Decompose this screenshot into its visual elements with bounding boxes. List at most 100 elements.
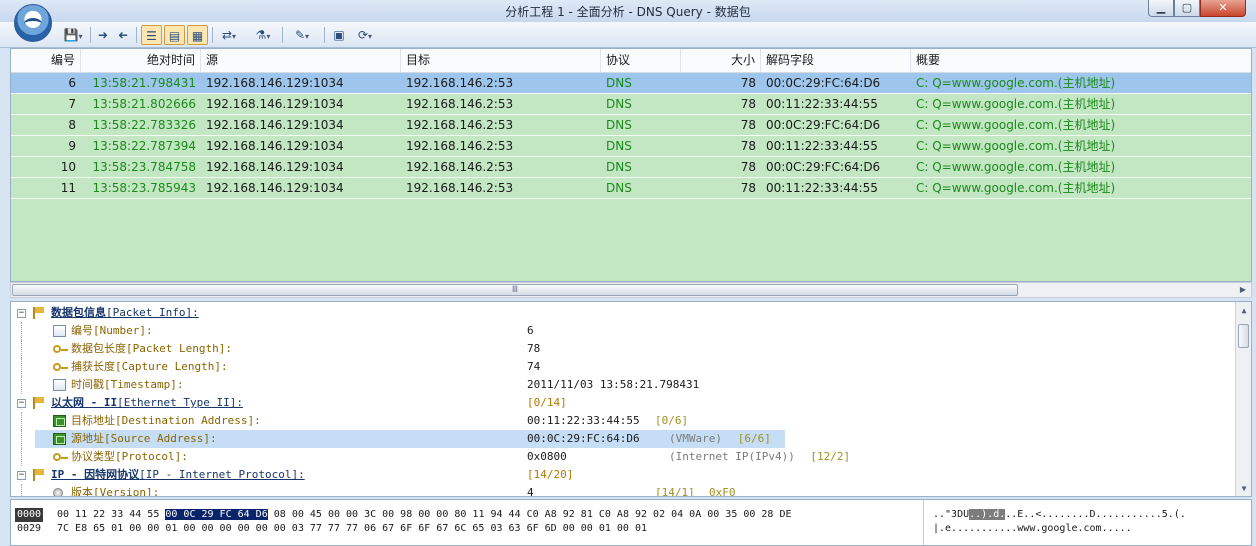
byte-range: [0/14] [527, 396, 567, 409]
cell-destination: 192.168.146.2:53 [406, 118, 514, 132]
cell-decode-field: 00:0C:29:FC:64:D6 [766, 160, 881, 174]
minimize-button[interactable]: ▁ [1148, 0, 1174, 17]
column-header-destination[interactable]: 目标 [401, 49, 601, 72]
label-english: [Capture Length]: [115, 360, 228, 373]
column-header-time[interactable]: 绝对时间 [81, 49, 201, 72]
packet-row[interactable]: 10 13:58:23.784758 192.168.146.129:1034 192… [11, 157, 1251, 178]
column-header-summary[interactable]: 概要 [911, 49, 1251, 72]
bookmark-icon[interactable]: ▣ [330, 25, 348, 45]
hex-dump-pane[interactable]: 0000 00 11 22 33 44 55 00 0C 29 FC 64 D6 … [10, 499, 1252, 546]
cell-summary: C: Q=www.google.com.(主机地址) [916, 97, 1116, 111]
hex-bytes-text: 7C E8 65 01 00 00 01 00 00 00 00 00 00 0… [57, 523, 648, 534]
scroll-thumb[interactable]: Ⅲ [12, 284, 1018, 296]
cell-number: 9 [68, 139, 76, 153]
app-logo-icon[interactable] [14, 4, 52, 42]
maximize-button[interactable]: ▢ [1174, 0, 1200, 17]
refresh-icon[interactable]: ⟳▾ [352, 25, 378, 45]
packet-list-horizontal-scrollbar[interactable]: Ⅲ ▶ [10, 282, 1252, 298]
document-icon [53, 325, 66, 337]
tree-field-row[interactable]: 时间戳[Timestamp]: 2011/11/03 13:58:21.79843… [11, 376, 1237, 394]
field-value: 78 [527, 342, 541, 355]
forward-arrow-icon[interactable]: ➜ [114, 25, 132, 45]
field-value: 74 [527, 360, 541, 373]
export-icon[interactable]: ⇄▾ [216, 25, 242, 45]
cell-number: 11 [60, 181, 76, 195]
byte-range: [14/20] [527, 468, 574, 481]
tree-section-label: 以太网 - II[Ethernet Type II]: [51, 394, 243, 412]
column-header-source[interactable]: 源 [201, 49, 401, 72]
label-english: [Packet Info]: [106, 306, 199, 319]
tree-field-row[interactable]: 目标地址[Destination Address]: 00:11:22:33:44… [11, 412, 1237, 430]
column-header-size[interactable]: 大小 [681, 49, 761, 72]
hex-ascii[interactable]: .."3DU..).d...E..<........D...........5.… [933, 508, 1186, 522]
cell-number: 10 [60, 160, 76, 174]
close-button[interactable]: ✕ [1200, 0, 1246, 17]
hex-ascii[interactable]: |.e...........www.google.com..... [933, 522, 1132, 536]
packet-row[interactable]: 11 13:58:23.785943 192.168.146.129:1034 192… [11, 178, 1251, 199]
label-chinese: 数据包长度 [71, 342, 126, 355]
field-note: (VMWare) [669, 432, 722, 445]
toolbar-separator [324, 27, 325, 43]
cell-time: 13:58:21.802666 [92, 97, 196, 111]
tree-section-row[interactable]: − 以太网 - II[Ethernet Type II]: [0/14] [11, 394, 1237, 412]
cell-protocol: DNS [606, 181, 632, 195]
cell-decode-field: 00:11:22:33:44:55 [766, 139, 878, 153]
tree-field-row[interactable]: 版本[Version]: 4 [14/1] 0xF0 [11, 484, 1237, 497]
hex-bytes-highlight: 00 0C 29 FC 64 D6 [165, 509, 268, 520]
scroll-right-arrow-icon[interactable]: ▶ [1236, 284, 1250, 296]
label-chinese: 版本 [71, 486, 93, 497]
label-english: [Source Address]: [104, 432, 217, 445]
tree-field-label: 捕获长度[Capture Length]: [71, 358, 228, 376]
scroll-down-arrow-icon[interactable]: ▼ [1236, 482, 1251, 496]
back-arrow-icon[interactable]: ➜ [94, 25, 112, 45]
tree-field-row[interactable]: 协议类型[Protocol]: 0x0800 (Internet IP(IPv4))… [11, 448, 1237, 466]
cell-protocol: DNS [606, 76, 632, 90]
tree-section-row[interactable]: − IP - 因特网协议[IP - Internet Protocol]: [14/… [11, 466, 1237, 484]
packet-list[interactable]: 编号 绝对时间 源 目标 协议 大小 解码字段 概要 6 13:58:21.798… [10, 48, 1252, 282]
key-icon [53, 363, 68, 371]
packet-row[interactable]: 9 13:58:22.787394 192.168.146.129:1034 192.… [11, 136, 1251, 157]
tree-section-row[interactable]: − 数据包信息[Packet Info]: [11, 304, 1237, 322]
collapse-toggle-icon[interactable]: − [17, 399, 26, 408]
detail-view-icon[interactable]: ▤ [164, 25, 185, 45]
column-header-number[interactable]: 编号 [11, 49, 81, 72]
tree-field-row[interactable]: 数据包长度[Packet Length]: 78 [11, 340, 1237, 358]
list-view-icon[interactable]: ☰ [141, 25, 162, 45]
collapse-toggle-icon[interactable]: − [17, 309, 26, 318]
tree-line [21, 484, 22, 496]
field-value: 00:0C:29:FC:64:D6 [527, 432, 640, 445]
packet-row[interactable]: 6 13:58:21.798431 192.168.146.129:1034 192.… [11, 73, 1251, 94]
cell-size: 78 [740, 76, 756, 90]
packet-row[interactable]: 7 13:58:21.802666 192.168.146.129:1034 192.… [11, 94, 1251, 115]
cell-protocol: DNS [606, 160, 632, 174]
packet-row[interactable]: 8 13:58:22.783326 192.168.146.129:1034 192.… [11, 115, 1251, 136]
hex-view-icon[interactable]: ▦ [187, 25, 208, 45]
tree-field-row[interactable]: 捕获长度[Capture Length]: 74 [11, 358, 1237, 376]
cell-source: 192.168.146.129:1034 [206, 160, 344, 174]
tree-field-label: 目标地址[Destination Address]: [71, 412, 261, 430]
tree-field-label: 源地址[Source Address]: [71, 430, 217, 448]
scroll-thumb[interactable] [1238, 324, 1249, 348]
tree-field-row[interactable]: 源地址[Source Address]: 00:0C:29:FC:64:D6 (VM… [11, 430, 1237, 448]
title-bar: 分析工程 1 - 全面分析 - DNS Query - 数据包 ▁ ▢ ✕ [0, 0, 1256, 22]
collapse-toggle-icon[interactable]: − [17, 471, 26, 480]
tree-field-row[interactable]: 编号[Number]: 6 [11, 322, 1237, 340]
detail-vertical-scrollbar[interactable]: ▲ ▼ [1235, 302, 1251, 496]
cell-summary: C: Q=www.google.com.(主机地址) [916, 76, 1116, 90]
packet-detail-tree[interactable]: − 数据包信息[Packet Info]: 编号[Number]: 6 数据包长度[Pa… [10, 301, 1252, 497]
cell-source: 192.168.146.129:1034 [206, 118, 344, 132]
decode-icon[interactable]: ✎▾ [288, 25, 316, 45]
hex-offset: 0000 [15, 508, 44, 522]
filter-icon[interactable]: ⚗▾ [250, 25, 276, 45]
ascii-text: ..E..<........D...........5.(. [1005, 509, 1186, 520]
column-header-protocol[interactable]: 协议 [601, 49, 681, 72]
field-extra: 0xF0 [709, 486, 736, 497]
field-value: 0x0800 [527, 450, 567, 463]
scroll-up-arrow-icon[interactable]: ▲ [1236, 304, 1251, 318]
save-icon[interactable]: 💾▾ [60, 25, 86, 45]
column-header-decode-field[interactable]: 解码字段 [761, 49, 911, 72]
hex-bytes[interactable]: 00 11 22 33 44 55 00 0C 29 FC 64 D6 08 0… [57, 508, 792, 522]
hex-bytes[interactable]: 7C E8 65 01 00 00 01 00 00 00 00 00 00 0… [57, 522, 647, 536]
cell-time: 13:58:23.784758 [92, 160, 196, 174]
cell-size: 78 [740, 160, 756, 174]
